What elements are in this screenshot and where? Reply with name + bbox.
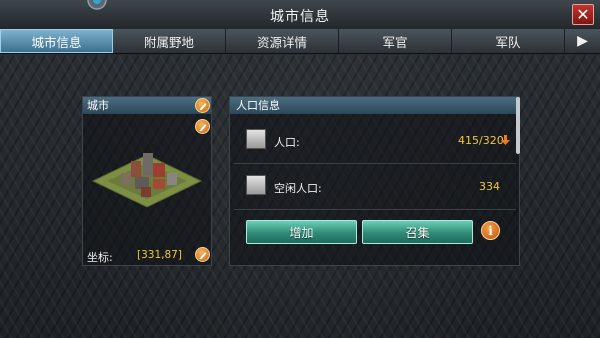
title-bar: 城市信息 ✕ <box>0 0 600 30</box>
tab-resource-details[interactable]: 资源详情 <box>226 29 339 53</box>
people-icon <box>246 129 266 149</box>
coordinate-label: 坐标: <box>87 251 113 264</box>
city-panel: 城市 坐标: [331,87] <box>82 96 212 266</box>
city-panel-title: 城市 <box>87 99 109 112</box>
population-panel-header: 人口信息 <box>230 97 519 114</box>
close-icon: ✕ <box>576 4 590 24</box>
scrollbar[interactable] <box>516 97 520 154</box>
edit-city-pencil-icon[interactable] <box>195 119 210 134</box>
add-button[interactable]: 增加 <box>246 220 357 244</box>
coordinate-pencil-icon[interactable] <box>195 247 210 262</box>
city-image <box>91 153 203 208</box>
row-divider <box>234 163 516 164</box>
idle-population-label: 空闲人口: <box>274 182 322 195</box>
tab-bar: 城市信息 附属野地 资源详情 军官 军队 ▶ <box>0 29 600 54</box>
tab-scroll-right-icon[interactable]: ▶ <box>565 29 600 53</box>
tab-city-info[interactable]: 城市信息 <box>0 29 113 53</box>
window-title: 城市信息 <box>270 9 330 25</box>
population-value: 415/320 <box>458 134 504 147</box>
people-icon <box>246 175 266 195</box>
tab-officers[interactable]: 军官 <box>339 29 452 53</box>
info-icon[interactable]: i <box>481 221 500 240</box>
recruit-button[interactable]: 召集 <box>362 220 473 244</box>
city-panel-header: 城市 <box>83 97 211 114</box>
coordinate-value: [331,87] <box>137 249 182 261</box>
row-divider <box>234 209 516 210</box>
population-label: 人口: <box>274 136 300 149</box>
population-panel-title: 人口信息 <box>236 99 280 112</box>
down-arrow-icon <box>501 135 510 145</box>
tab-army[interactable]: 军队 <box>452 29 565 53</box>
idle-population-row: 空闲人口: 334 <box>234 167 514 207</box>
rename-city-pencil-icon[interactable] <box>195 98 210 113</box>
close-button[interactable]: ✕ <box>572 4 594 25</box>
tab-attached-wilds[interactable]: 附属野地 <box>113 29 226 53</box>
population-row: 人口: 415/320 <box>234 121 514 161</box>
idle-population-value: 334 <box>479 180 500 193</box>
